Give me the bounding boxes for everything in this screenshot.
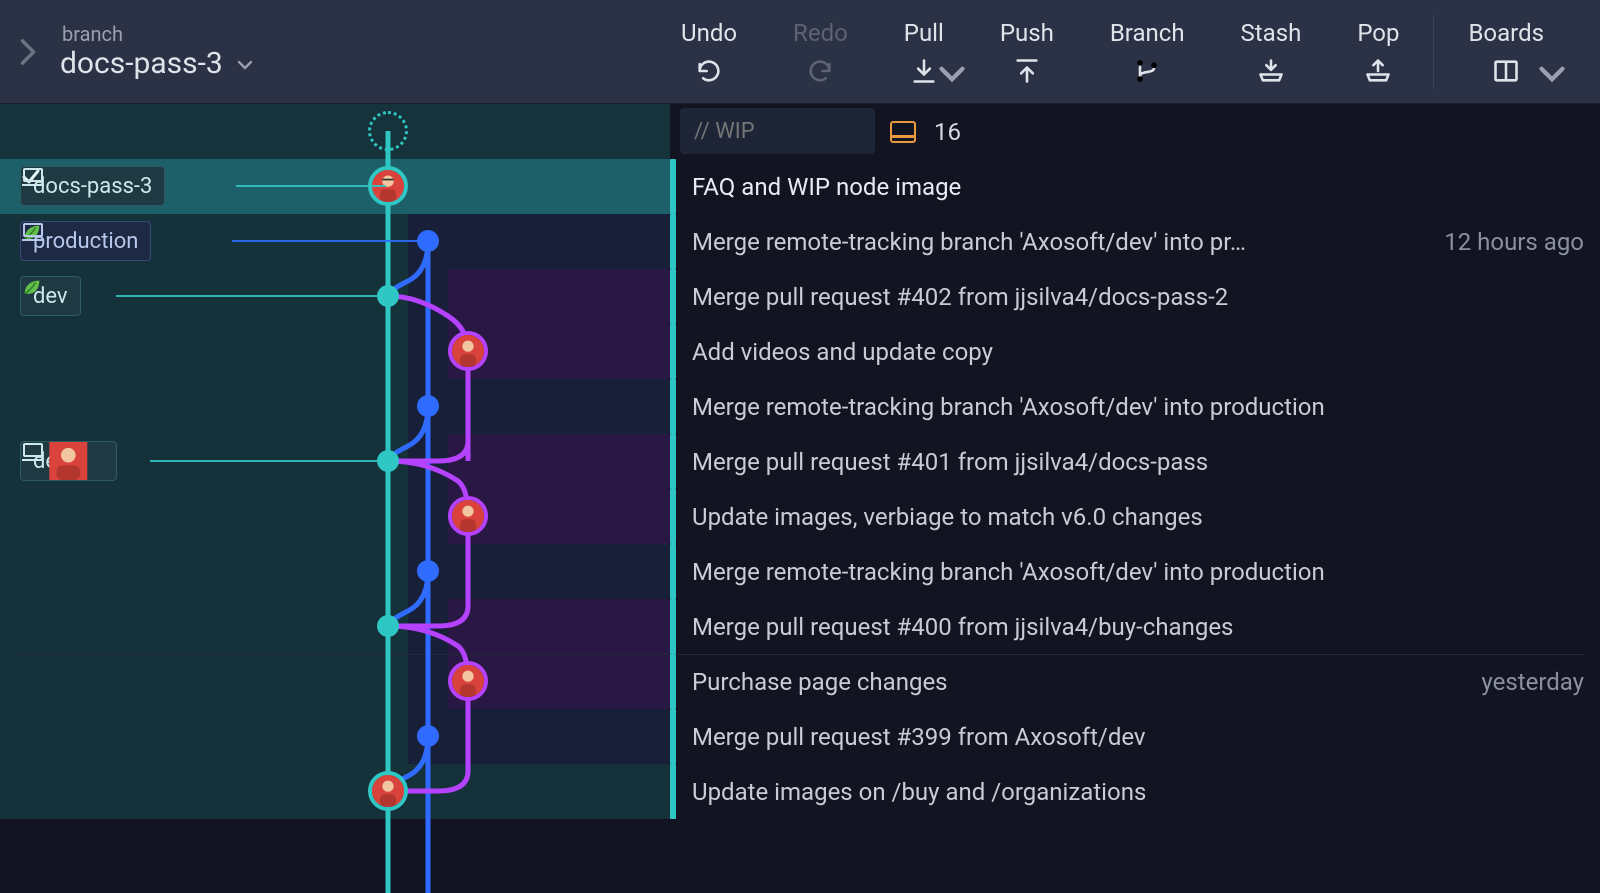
commit-message[interactable]: Merge remote-tracking branch 'Axosoft/de… — [692, 544, 1584, 599]
chevron-down-icon[interactable] — [1538, 60, 1566, 93]
row-marker — [670, 214, 676, 269]
wip-input[interactable] — [680, 108, 875, 154]
commit-message[interactable]: Merge pull request #402 from jjsilva4/do… — [692, 269, 1584, 324]
toolbar-divider — [1433, 14, 1434, 89]
branch-selector[interactable]: branch docs-pass-3 — [60, 22, 253, 81]
commit-message[interactable]: Merge pull request #399 from Axosoft/dev — [692, 709, 1584, 764]
branch-pill-dev-remote[interactable]: dev — [20, 441, 117, 481]
branch-button[interactable]: Branch — [1082, 0, 1213, 103]
stash-icon — [1257, 57, 1285, 85]
laptop-icon — [21, 442, 45, 462]
commit-node[interactable] — [377, 615, 399, 637]
push-button[interactable]: Push — [972, 0, 1082, 103]
redo-icon — [806, 57, 834, 85]
remote-avatar-icon — [78, 448, 104, 474]
pill-connector — [150, 460, 386, 462]
leaf-icon — [21, 277, 43, 299]
commit-message[interactable]: Update images on /buy and /organizations — [692, 764, 1584, 819]
chevron-down-icon — [237, 52, 253, 76]
commit-message[interactable]: Add videos and update copy — [692, 324, 1584, 379]
row-marker — [670, 159, 676, 214]
commit-node-avatar[interactable] — [448, 496, 488, 536]
branch-pill-dev[interactable]: dev — [20, 276, 81, 316]
pill-connector — [116, 295, 386, 297]
laptop-icon — [21, 167, 45, 187]
expand-chevron-icon[interactable] — [8, 38, 48, 66]
branch-icon — [1133, 57, 1161, 85]
wip-file-count[interactable]: 16 — [890, 104, 961, 159]
pull-button[interactable]: Pull — [876, 0, 972, 103]
branch-label: branch — [62, 22, 253, 46]
commit-node-avatar[interactable] — [368, 771, 408, 811]
undo-icon — [695, 57, 723, 85]
pop-button[interactable]: Pop — [1329, 0, 1427, 103]
row-marker — [670, 709, 676, 764]
row-marker — [670, 654, 676, 709]
commit-time: yesterday — [1481, 654, 1584, 709]
commit-node[interactable] — [417, 395, 439, 417]
commit-node[interactable] — [417, 725, 439, 747]
laptop-icon — [21, 222, 45, 242]
undo-button[interactable]: Undo — [653, 0, 765, 103]
row-marker — [670, 599, 676, 654]
branch-pill-label: docs-pass-3 — [33, 174, 152, 199]
redo-button[interactable]: Redo — [765, 0, 876, 103]
toolbar: branch docs-pass-3 Undo Redo Pull Push B… — [0, 0, 1600, 104]
pop-icon — [1364, 57, 1392, 85]
row-marker — [670, 764, 676, 819]
commit-graph[interactable]: 16 FAQ and WIP node image Merge remote-t… — [0, 104, 1600, 893]
commit-node-avatar[interactable] — [448, 331, 488, 371]
commit-message[interactable]: Update images, verbiage to match v6.0 ch… — [692, 489, 1584, 544]
commit-time: 12 hours ago — [1444, 214, 1584, 269]
row-marker — [670, 379, 676, 434]
boards-icon — [1492, 57, 1520, 85]
row-marker — [670, 434, 676, 489]
branch-pill-production[interactable]: production — [20, 221, 151, 261]
commit-message[interactable]: Merge remote-tracking branch 'Axosoft/de… — [692, 379, 1584, 434]
row-marker — [670, 544, 676, 599]
commit-message[interactable]: FAQ and WIP node image — [692, 159, 1584, 214]
chevron-down-icon[interactable] — [938, 60, 966, 93]
stash-button[interactable]: Stash — [1213, 0, 1330, 103]
branch-pill-docs-pass-3[interactable]: docs-pass-3 — [20, 166, 165, 206]
pull-icon — [910, 57, 938, 85]
changes-icon — [890, 121, 916, 143]
row-marker — [670, 489, 676, 544]
pill-connector — [232, 240, 426, 242]
row-marker — [670, 269, 676, 324]
push-icon — [1013, 57, 1041, 85]
branch-pill-label: production — [33, 229, 138, 254]
boards-button[interactable]: Boards — [1440, 0, 1572, 103]
commit-message[interactable]: Merge pull request #400 from jjsilva4/bu… — [692, 599, 1584, 654]
commit-node[interactable] — [417, 560, 439, 582]
current-branch-name: docs-pass-3 — [60, 46, 223, 81]
commit-message[interactable]: Purchase page changes — [692, 654, 1400, 709]
row-marker — [670, 324, 676, 379]
wip-node[interactable] — [368, 111, 408, 151]
commit-message[interactable]: Merge remote-tracking branch 'Axosoft/de… — [692, 214, 1360, 269]
commit-message[interactable]: Merge pull request #401 from jjsilva4/do… — [692, 434, 1584, 489]
pill-connector — [236, 185, 386, 187]
commit-node-avatar[interactable] — [448, 661, 488, 701]
